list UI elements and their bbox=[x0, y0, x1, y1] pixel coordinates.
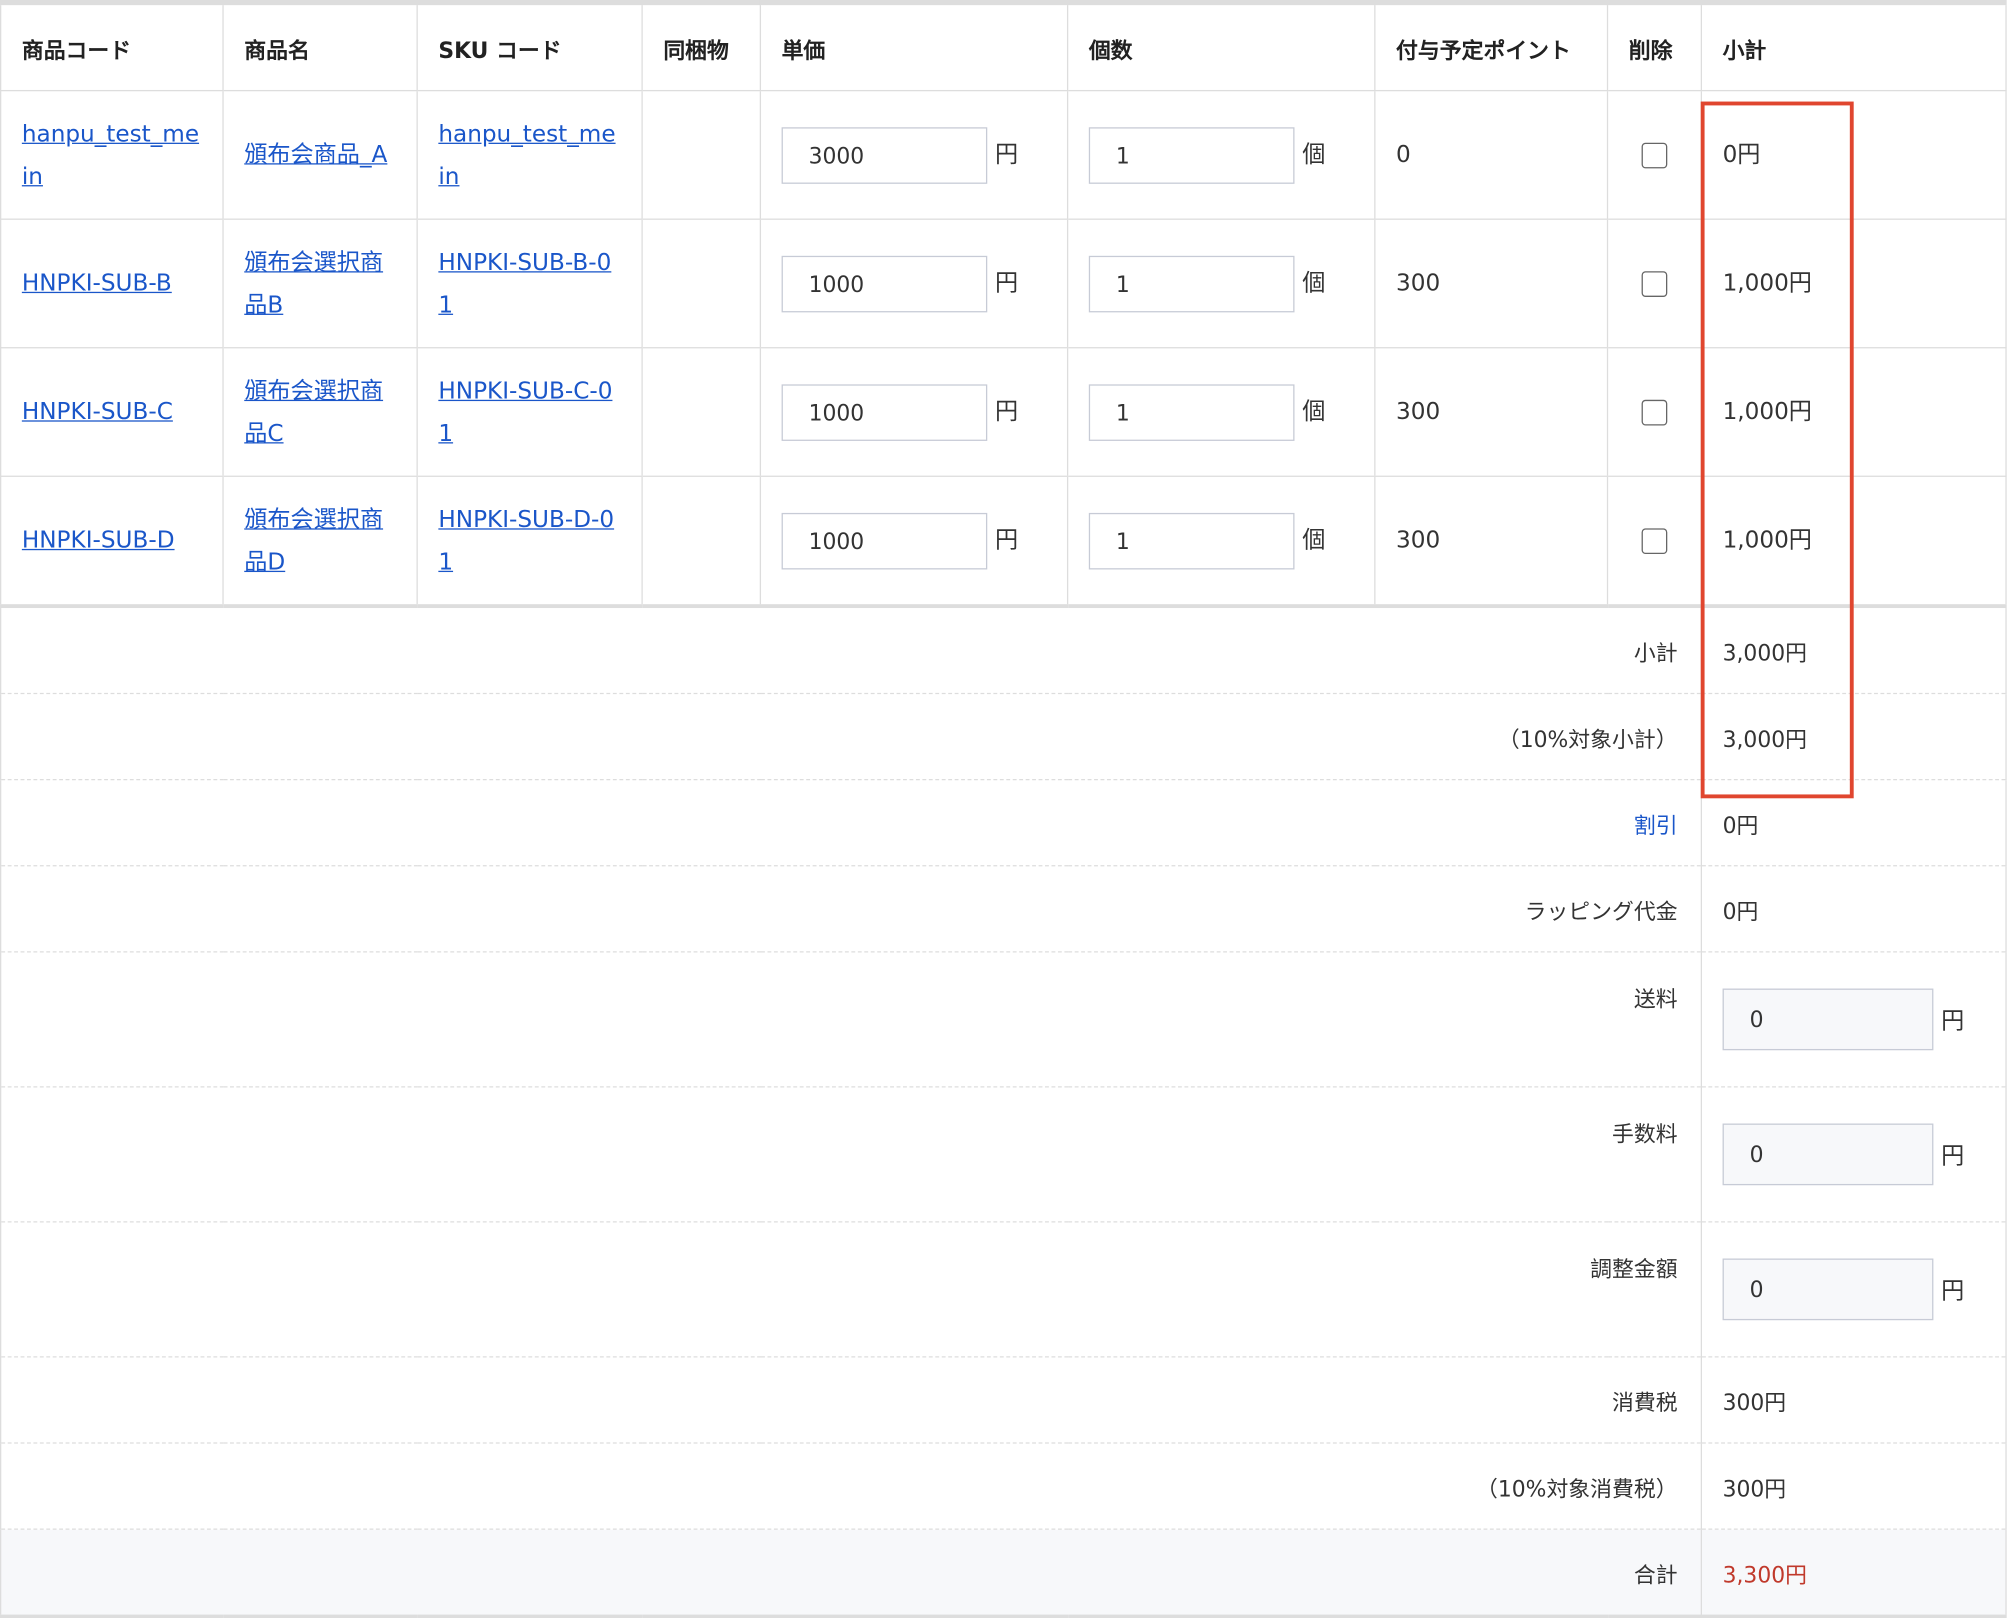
total-label: 合計 bbox=[0, 1529, 1702, 1617]
row-subtotal: 1,000円 bbox=[1700, 476, 2007, 609]
product-name-link[interactable]: 頒布会選択商品D bbox=[244, 506, 383, 575]
quantity-unit: 個 bbox=[1302, 527, 1326, 555]
bundle-cell bbox=[641, 219, 761, 349]
quantity-input[interactable]: 1 bbox=[1088, 126, 1295, 184]
unit-price-input[interactable]: 1000 bbox=[781, 383, 988, 441]
header-quantity: 個数 bbox=[1066, 2, 1375, 92]
table-row: HNPKI-SUB-B 頒布会選択商品B HNPKI-SUB-B-01 1000… bbox=[0, 219, 2007, 349]
subtotal-label: 小計 bbox=[0, 606, 1702, 695]
summary-row-adjust: 調整金額 0円 bbox=[0, 1221, 2007, 1358]
shipping-input[interactable]: 0 bbox=[1722, 988, 1934, 1051]
header-product-code: 商品コード bbox=[0, 2, 224, 92]
wrapping-label: ラッピング代金 bbox=[0, 865, 1702, 953]
row-subtotal: 0円 bbox=[1700, 90, 2007, 220]
discount-link[interactable]: 割引 bbox=[1634, 813, 1678, 839]
price-unit: 円 bbox=[994, 141, 1019, 169]
table-row: HNPKI-SUB-C 頒布会選択商品C HNPKI-SUB-C-01 1000… bbox=[0, 347, 2007, 477]
adjust-input[interactable]: 0 bbox=[1722, 1258, 1934, 1321]
row-subtotal: 1,000円 bbox=[1700, 347, 2007, 477]
sku-code-link[interactable]: HNPKI-SUB-C-01 bbox=[438, 377, 612, 446]
order-items-table: 商品コード 商品名 SKU コード 同梱物 単価 個数 付与予定ポイント 削除 … bbox=[0, 0, 2007, 1618]
tax-10-value: 300円 bbox=[1700, 1442, 2007, 1530]
summary-row-tax: 消費税 300円 bbox=[0, 1356, 2007, 1444]
product-name-link[interactable]: 頒布会商品_A bbox=[244, 141, 387, 168]
summary-row-wrapping: ラッピング代金 0円 bbox=[0, 865, 2007, 953]
header-points: 付与予定ポイント bbox=[1374, 2, 1608, 92]
table-row: HNPKI-SUB-D 頒布会選択商品D HNPKI-SUB-D-01 1000… bbox=[0, 476, 2007, 609]
summary-row-subtotal-10: （10%対象小計） 3,000円 bbox=[0, 693, 2007, 781]
adjust-unit: 円 bbox=[1941, 1277, 1965, 1305]
header-product-name: 商品名 bbox=[222, 2, 418, 92]
delete-checkbox[interactable] bbox=[1641, 271, 1668, 297]
price-unit: 円 bbox=[994, 398, 1019, 426]
summary-row-shipping: 送料 0円 bbox=[0, 951, 2007, 1088]
shipping-label: 送料 bbox=[0, 951, 1702, 1088]
header-unit-price: 単価 bbox=[759, 2, 1068, 92]
summary-row-total: 合計 3,300円 bbox=[0, 1529, 2007, 1617]
table-row: hanpu_test_mein 頒布会商品_A hanpu_test_mein … bbox=[0, 90, 2007, 220]
summary-row-subtotal: 小計 3,000円 bbox=[0, 606, 2007, 695]
adjust-label: 調整金額 bbox=[0, 1221, 1702, 1358]
fee-unit: 円 bbox=[1941, 1142, 1965, 1170]
summary-row-fee: 手数料 0円 bbox=[0, 1086, 2007, 1223]
summary-row-tax-10: （10%対象消費税） 300円 bbox=[0, 1442, 2007, 1530]
bundle-cell bbox=[641, 476, 761, 609]
wrapping-value: 0円 bbox=[1700, 865, 2007, 953]
product-code-link[interactable]: HNPKI-SUB-B bbox=[22, 270, 172, 297]
price-unit: 円 bbox=[994, 527, 1019, 555]
subtotal-10-label: （10%対象小計） bbox=[0, 693, 1702, 781]
sku-code-link[interactable]: hanpu_test_mein bbox=[438, 120, 615, 189]
total-value: 3,300円 bbox=[1700, 1529, 2007, 1617]
unit-price-input[interactable]: 1000 bbox=[781, 512, 988, 569]
fee-label: 手数料 bbox=[0, 1086, 1702, 1223]
screenshot-canvas: 商品コード 商品名 SKU コード 同梱物 単価 個数 付与予定ポイント 削除 … bbox=[0, 0, 2008, 1618]
product-code-link[interactable]: HNPKI-SUB-C bbox=[22, 399, 173, 426]
unit-price-input[interactable]: 1000 bbox=[781, 255, 988, 312]
shipping-unit: 円 bbox=[1941, 1007, 1965, 1035]
table-header-row: 商品コード 商品名 SKU コード 同梱物 単価 個数 付与予定ポイント 削除 … bbox=[0, 2, 2007, 92]
header-bundle: 同梱物 bbox=[641, 2, 761, 92]
delete-checkbox[interactable] bbox=[1641, 528, 1668, 555]
product-code-link[interactable]: HNPKI-SUB-D bbox=[22, 527, 175, 554]
quantity-input[interactable]: 1 bbox=[1088, 383, 1295, 441]
delete-checkbox[interactable] bbox=[1641, 399, 1668, 426]
row-subtotal: 1,000円 bbox=[1700, 219, 2007, 349]
tax-label: 消費税 bbox=[0, 1356, 1702, 1444]
sku-code-link[interactable]: HNPKI-SUB-D-01 bbox=[438, 506, 614, 575]
points-value: 0 bbox=[1374, 90, 1608, 220]
points-value: 300 bbox=[1374, 476, 1608, 609]
subtotal-value: 3,000円 bbox=[1700, 606, 2007, 695]
price-unit: 円 bbox=[994, 269, 1019, 297]
summary-row-discount: 割引 0円 bbox=[0, 779, 2007, 867]
points-value: 300 bbox=[1374, 347, 1608, 477]
order-detail-page: 商品コード 商品名 SKU コード 同梱物 単価 個数 付与予定ポイント 削除 … bbox=[0, 0, 2008, 1618]
subtotal-10-value: 3,000円 bbox=[1700, 693, 2007, 781]
sku-code-link[interactable]: HNPKI-SUB-B-01 bbox=[438, 249, 611, 318]
discount-value: 0円 bbox=[1700, 779, 2007, 867]
unit-price-input[interactable]: 3000 bbox=[781, 126, 988, 184]
quantity-unit: 個 bbox=[1302, 269, 1326, 297]
delete-checkbox[interactable] bbox=[1641, 142, 1668, 169]
bundle-cell bbox=[641, 90, 761, 220]
product-code-link[interactable]: hanpu_test_mein bbox=[22, 120, 199, 189]
tax-value: 300円 bbox=[1700, 1356, 2007, 1444]
quantity-unit: 個 bbox=[1302, 398, 1326, 426]
quantity-input[interactable]: 1 bbox=[1088, 512, 1295, 569]
quantity-unit: 個 bbox=[1302, 141, 1326, 169]
product-name-link[interactable]: 頒布会選択商品B bbox=[244, 249, 383, 318]
product-name-link[interactable]: 頒布会選択商品C bbox=[244, 377, 383, 446]
points-value: 300 bbox=[1374, 219, 1608, 349]
fee-input[interactable]: 0 bbox=[1722, 1123, 1934, 1186]
tax-10-label: （10%対象消費税） bbox=[0, 1442, 1702, 1530]
header-subtotal: 小計 bbox=[1700, 2, 2007, 92]
header-delete: 削除 bbox=[1606, 2, 1702, 92]
header-sku-code: SKU コード bbox=[416, 2, 643, 92]
quantity-input[interactable]: 1 bbox=[1088, 255, 1295, 312]
bundle-cell bbox=[641, 347, 761, 477]
